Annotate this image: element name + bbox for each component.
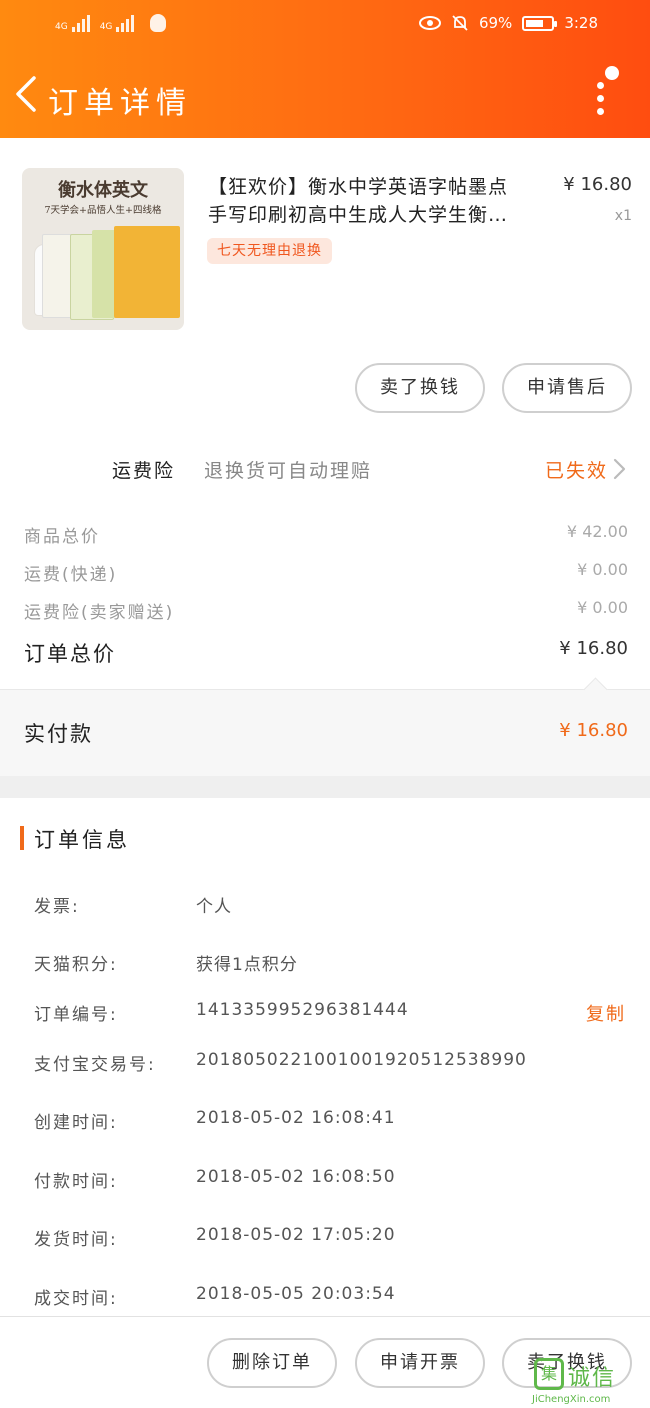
info-value[interactable]: 141335995296381444 xyxy=(196,1000,409,1020)
price-row-value: ¥ 0.00 xyxy=(577,598,628,617)
info-label: 订单编号: xyxy=(34,1005,118,1025)
product-image-title: 衡水体英文 xyxy=(58,180,148,201)
product-card: 衡水体英文 7天学会+品悟人生+四线格 【狂欢价】衡水中学英语字帖墨点 手写印刷… xyxy=(0,138,650,438)
product-title-line2: 手写印刷初高中生成人大学生衡… xyxy=(208,204,509,226)
amount-paid-row: 实付款 ¥ 16.80 xyxy=(0,689,650,776)
insurance-status: 已失效 xyxy=(544,460,608,482)
info-value: 2018-05-02 16:08:50 xyxy=(196,1167,396,1187)
mute-bell-icon xyxy=(452,15,468,31)
product-price: ¥ 16.80 xyxy=(563,174,632,195)
info-row-shipped: 发货时间: 2018-05-02 17:05:20 xyxy=(0,1225,650,1255)
watermark-url: JiChengXin.com xyxy=(532,1394,611,1405)
info-value: 2018-05-02 16:08:41 xyxy=(196,1108,396,1128)
section-accent-bar xyxy=(20,826,24,850)
order-info-section: 订单信息 发票: 个人 天猫积分: 获得1点积分 订单编号: 141335995… xyxy=(0,798,650,1316)
price-row-value: ¥ 0.00 xyxy=(577,560,628,579)
status-bar: 4G 4G 69% 3:28 xyxy=(0,0,650,50)
copy-order-number-button[interactable]: 复制 xyxy=(586,1000,626,1026)
battery-percent: 69% xyxy=(478,14,513,32)
insurance-description: 退换货可自动理赔 xyxy=(204,460,373,482)
chevron-right-icon xyxy=(613,458,626,480)
price-row-label: 商品总价 xyxy=(24,527,100,547)
site-watermark: 集 诚信 JiChengXin.com xyxy=(530,1358,650,1408)
info-label: 发票: xyxy=(34,897,80,917)
network-type-label: 4G xyxy=(55,22,68,32)
delete-order-button[interactable]: 删除订单 xyxy=(207,1338,337,1388)
nav-bar: 订单详情 xyxy=(0,60,650,130)
section-divider xyxy=(0,776,650,798)
info-row-invoice: 发票: 个人 xyxy=(0,892,650,922)
qq-icon xyxy=(150,14,167,32)
info-label: 付款时间: xyxy=(34,1172,118,1192)
price-row-label: 运费(快递) xyxy=(24,565,118,585)
price-row: 运费险(卖家赠送) ¥ 0.00 xyxy=(0,598,650,628)
info-label: 创建时间: xyxy=(34,1113,118,1133)
product-title[interactable]: 【狂欢价】衡水中学英语字帖墨点 手写印刷初高中生成人大学生衡… xyxy=(208,173,563,229)
more-menu-button[interactable] xyxy=(588,66,619,118)
order-total-label: 订单总价 xyxy=(24,642,116,666)
order-info-title: 订单信息 xyxy=(34,828,130,852)
watermark-logo-icon: 集 xyxy=(534,1358,564,1390)
info-label: 天猫积分: xyxy=(34,955,118,975)
product-title-line1: 【狂欢价】衡水中学英语字帖墨点 xyxy=(208,176,509,198)
order-total-row: 订单总价 ¥ 16.80 xyxy=(0,638,650,668)
info-value: 2018-05-02 17:05:20 xyxy=(196,1225,396,1245)
signal-icon: 4G xyxy=(55,15,90,32)
info-row-points: 天猫积分: 获得1点积分 xyxy=(0,950,650,980)
notification-dot xyxy=(605,66,619,80)
price-row-label: 运费险(卖家赠送) xyxy=(24,603,175,623)
shipping-insurance-row[interactable]: 运费险 退换货可自动理赔 已失效 xyxy=(0,438,650,498)
info-value: 获得1点积分 xyxy=(196,955,298,975)
info-row-completed: 成交时间: 2018-05-05 20:03:54 xyxy=(0,1284,650,1314)
eye-icon xyxy=(418,16,441,30)
info-value: 个人 xyxy=(196,897,232,917)
price-row-value: ¥ 42.00 xyxy=(566,522,628,541)
product-image-subtitle: 7天学会+品悟人生+四线格 xyxy=(44,205,162,216)
clock: 3:28 xyxy=(564,14,598,32)
watermark-text: 诚信 xyxy=(568,1366,617,1391)
product-image[interactable]: 衡水体英文 7天学会+品悟人生+四线格 xyxy=(22,168,184,330)
status-right: 69% 3:28 xyxy=(418,14,598,32)
back-arrow-icon[interactable] xyxy=(10,74,44,114)
apply-aftersale-button[interactable]: 申请售后 xyxy=(502,363,632,413)
book-graphic xyxy=(114,226,180,318)
amount-paid-label: 实付款 xyxy=(24,722,93,746)
info-row-created: 创建时间: 2018-05-02 16:08:41 xyxy=(0,1108,650,1138)
info-label: 发货时间: xyxy=(34,1230,118,1250)
battery-icon xyxy=(522,15,558,31)
product-quantity: x1 xyxy=(614,208,632,224)
app-header: 4G 4G 69% 3:28 订单详情 xyxy=(0,0,650,138)
insurance-label: 运费险 xyxy=(112,460,176,482)
order-total-value: ¥ 16.80 xyxy=(559,638,628,659)
page-title: 订单详情 xyxy=(48,86,192,121)
sell-for-cash-button[interactable]: 卖了换钱 xyxy=(355,363,485,413)
price-row: 运费(快递) ¥ 0.00 xyxy=(0,560,650,590)
info-value: 2018050221001001920512538990 xyxy=(196,1050,527,1070)
price-row: 商品总价 ¥ 42.00 xyxy=(0,522,650,552)
network-type-label: 4G xyxy=(99,22,113,32)
return-policy-tag: 七天无理由退换 xyxy=(207,238,332,264)
info-label: 支付宝交易号: xyxy=(34,1055,156,1075)
info-row-paid: 付款时间: 2018-05-02 16:08:50 xyxy=(0,1167,650,1197)
status-left: 4G 4G xyxy=(55,14,167,32)
info-label: 成交时间: xyxy=(34,1289,118,1309)
apply-invoice-button[interactable]: 申请开票 xyxy=(355,1338,485,1388)
amount-paid-value: ¥ 16.80 xyxy=(559,720,628,741)
info-row-alipay-number: 支付宝交易号: 2018050221001001920512538990 xyxy=(0,1050,650,1080)
info-value: 2018-05-05 20:03:54 xyxy=(196,1284,396,1304)
signal-icon: 4G xyxy=(100,15,135,32)
info-row-order-number: 订单编号: 141335995296381444 复制 xyxy=(0,1000,650,1030)
